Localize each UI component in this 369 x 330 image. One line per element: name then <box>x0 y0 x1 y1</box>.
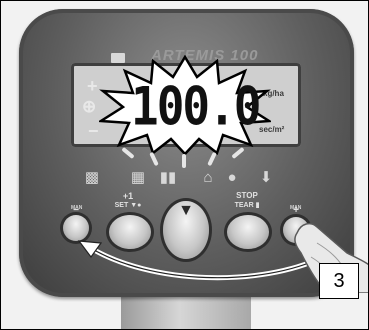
stop-button-cap: STOP <box>236 191 258 200</box>
plus-one-button-label: SET ▼● <box>114 202 142 209</box>
down-button-icon: ▼ <box>178 202 194 219</box>
minus-button-label: − <box>73 205 79 216</box>
flash-ray <box>182 154 186 168</box>
illustration-frame: ARTEMIS 100 + ⊕ − kg/ha sec/m² 100.0 ▩ ▦… <box>0 0 369 330</box>
hopper-icon: ▦ <box>130 169 146 186</box>
display-readout: 100.0 <box>131 74 261 138</box>
area-icon: ⌂ <box>203 169 213 186</box>
plus-indicator: + <box>87 76 98 96</box>
target-indicator-icon: ⊕ <box>82 97 97 116</box>
minus-indicator: − <box>88 121 99 141</box>
spreader-icon: ▩ <box>84 169 100 186</box>
step-callout: 3 <box>319 263 359 299</box>
bags-icon: ▮▮ <box>159 169 177 186</box>
stop-button-label: TEAR ▮ <box>234 202 260 209</box>
speed-icon: ● <box>227 169 237 186</box>
down-arrow-icon: ⬇ <box>259 169 273 186</box>
plus-one-button-cap: +1 <box>122 191 134 201</box>
